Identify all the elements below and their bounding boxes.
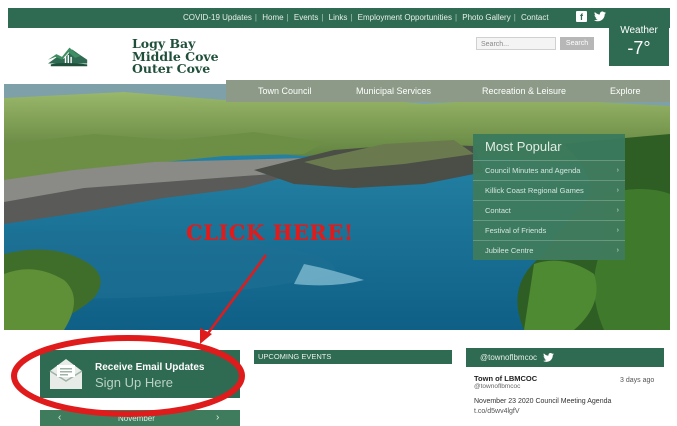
separator: | — [286, 13, 289, 22]
separator: | — [350, 13, 353, 22]
nav-municipal-services[interactable]: Municipal Services — [356, 86, 431, 96]
weather-widget[interactable]: Weather -7° — [609, 22, 669, 66]
weather-label: Weather — [620, 25, 658, 36]
email-updates-title: Receive Email Updates — [95, 362, 205, 373]
link-photo-gallery[interactable]: Photo Gallery — [462, 13, 510, 22]
chevron-right-icon: › — [616, 167, 619, 174]
click-here-annotation: CLICK HERE! — [186, 220, 354, 245]
search-input[interactable]: Search... — [476, 37, 556, 50]
link-home[interactable]: Home — [262, 13, 283, 22]
logo-line-3: Outer Cove — [132, 61, 211, 76]
separator: | — [454, 13, 458, 22]
link-covid-updates[interactable]: COVID-19 Updates — [183, 13, 252, 22]
town-name-logo-text[interactable]: Logy Bay Middle Cove Outer Cove — [132, 37, 219, 76]
link-links[interactable]: Links — [329, 13, 348, 22]
nav-recreation-leisure[interactable]: Recreation & Leisure — [482, 86, 566, 96]
envelope-icon — [49, 359, 83, 389]
weather-temperature: -7° — [627, 38, 651, 58]
most-popular-title: Most Popular — [473, 134, 625, 160]
social-links: f — [576, 11, 607, 24]
nav-explore[interactable]: Explore — [610, 86, 641, 96]
popular-item-label: Contact — [485, 206, 511, 215]
popular-item[interactable]: Killick Coast Regional Games › — [473, 180, 625, 200]
link-employment[interactable]: Employment Opportunities — [358, 13, 452, 22]
popular-item[interactable]: Council Minutes and Agenda › — [473, 160, 625, 180]
popular-item-label: Killick Coast Regional Games — [485, 186, 584, 195]
twitter-feed-heading[interactable]: @townoflbmcoc — [466, 348, 664, 367]
town-logo-icon[interactable] — [48, 36, 132, 76]
chevron-right-icon: › — [616, 247, 619, 254]
most-popular-panel: Most Popular Council Minutes and Agenda ›… — [473, 134, 625, 260]
tweet-author-name[interactable]: Town of LBMCOC — [474, 374, 537, 383]
popular-item[interactable]: Contact › — [473, 200, 625, 220]
chevron-right-icon: › — [616, 207, 619, 214]
twitter-icon — [543, 353, 554, 362]
upcoming-events-heading: UPCOMING EVENTS — [254, 350, 452, 364]
popular-item-label: Council Minutes and Agenda — [485, 166, 581, 175]
email-updates-subtitle: Sign Up Here — [95, 375, 174, 390]
popular-item[interactable]: Jubilee Centre › — [473, 240, 625, 260]
twitter-feed-handle: @townoflbmcoc — [480, 353, 538, 362]
popular-item-label: Jubilee Centre — [485, 246, 534, 255]
twitter-icon[interactable] — [594, 11, 607, 24]
separator: | — [321, 13, 324, 22]
tweet-author-handle[interactable]: @townoflbmcoc — [474, 383, 520, 390]
popular-item[interactable]: Festival of Friends › — [473, 220, 625, 240]
link-events[interactable]: Events — [294, 13, 318, 22]
calendar-month-bar: ‹ November › — [40, 410, 240, 426]
tweet-timestamp: 3 days ago — [620, 377, 655, 384]
popular-item-label: Festival of Friends — [485, 226, 547, 235]
utility-links: COVID-19 Updates | Home | Events | Links | E… — [183, 13, 549, 22]
separator: | — [513, 13, 516, 22]
chevron-right-icon: › — [616, 187, 619, 194]
top-utility-bar: COVID-19 Updates | Home | Events | Links | E… — [8, 8, 670, 28]
facebook-icon[interactable]: f — [576, 11, 587, 22]
calendar-month-label: November — [118, 414, 155, 423]
main-navigation: Town Council Municipal Services Recreati… — [226, 80, 670, 102]
tweet-text: November 23 2020 Council Meeting Agenda — [474, 398, 612, 405]
separator: | — [254, 13, 257, 22]
chevron-right-icon: › — [616, 227, 619, 234]
calendar-prev-button[interactable]: ‹ — [58, 412, 61, 423]
tweet-link[interactable]: t.co/d5wv4lgfV — [474, 408, 520, 415]
calendar-next-button[interactable]: › — [216, 412, 219, 423]
nav-town-council[interactable]: Town Council — [258, 86, 312, 96]
link-contact[interactable]: Contact — [521, 13, 549, 22]
search-button[interactable]: Search — [560, 37, 594, 50]
